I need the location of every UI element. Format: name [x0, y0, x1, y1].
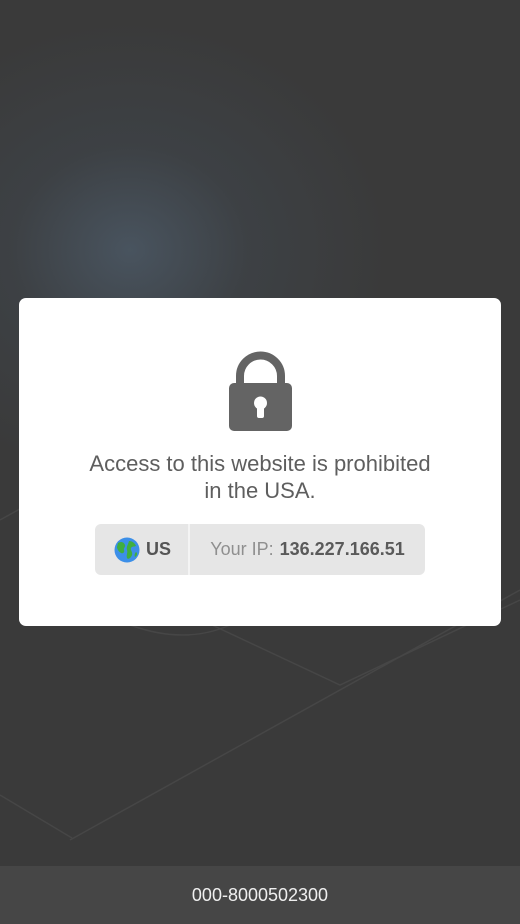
location-info-box: US Your IP: 136.227.166.51 [95, 524, 425, 575]
footer-code: 000-8000502300 [191, 884, 329, 905]
message-line-1: Access to this website is prohibited [89, 451, 431, 476]
ip-value: 136.227.166.51 [279, 539, 405, 559]
lock-icon [229, 351, 292, 431]
prohibition-message: Access to this website is prohibited in … [40, 450, 480, 504]
globe-icon [114, 537, 140, 562]
ip-address-display: Your IP: 136.227.166.51 [190, 524, 425, 575]
country-code: US [145, 539, 171, 559]
ip-label: Your IP: [210, 539, 274, 559]
message-line-2: in the USA. [204, 478, 316, 503]
footer-bar: 000-8000502300 [0, 866, 520, 924]
country-indicator: US [95, 524, 190, 575]
